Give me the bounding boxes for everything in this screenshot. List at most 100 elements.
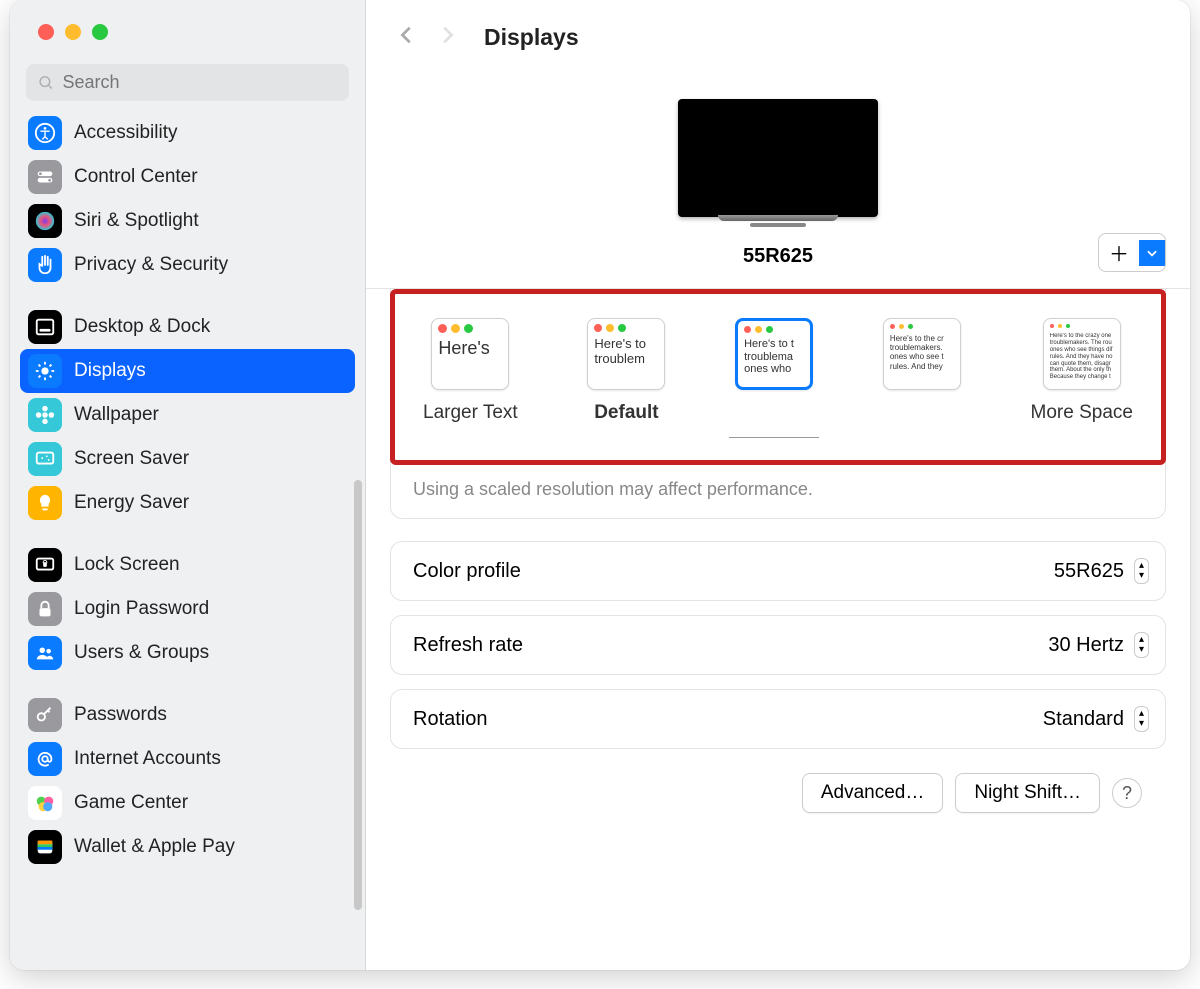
- sidebar-item-label: Internet Accounts: [74, 748, 221, 770]
- sidebar-item-label: Lock Screen: [74, 554, 180, 576]
- sidebar-item-passwords[interactable]: Passwords: [20, 693, 355, 737]
- refresh-rate-value: 30 Hertz: [1048, 634, 1124, 657]
- lock-icon: [28, 548, 62, 582]
- add-display-button[interactable]: ＋: [1098, 233, 1166, 272]
- resolution-thumbnail: Here's to troublem: [587, 318, 665, 390]
- sidebar-item-accessibility[interactable]: Accessibility: [20, 111, 355, 155]
- sidebar-item-label: Accessibility: [74, 122, 177, 144]
- resolution-option[interactable]: Here's to the crazy one troublemakers. T…: [1031, 318, 1133, 424]
- search-input[interactable]: [63, 72, 337, 93]
- resolution-option-label: [771, 402, 776, 424]
- nav-forward-button[interactable]: [436, 24, 458, 51]
- sidebar-item-label: Energy Saver: [74, 492, 189, 514]
- screensaver-icon: [28, 442, 62, 476]
- sidebar-item-desktop-dock[interactable]: Desktop & Dock: [20, 305, 355, 349]
- sidebar-item-label: Privacy & Security: [74, 254, 228, 276]
- wallet-icon: [28, 830, 62, 864]
- resolution-option[interactable]: Here's to troublem Default: [587, 318, 665, 424]
- sidebar-item-label: Control Center: [74, 166, 198, 188]
- at-icon: [28, 742, 62, 776]
- sidebar-item-privacy-security[interactable]: Privacy & Security: [20, 243, 355, 287]
- search-field[interactable]: [26, 64, 349, 101]
- sidebar-item-lock-screen[interactable]: Lock Screen: [20, 543, 355, 587]
- help-button[interactable]: ?: [1112, 778, 1142, 808]
- sidebar-item-login-password[interactable]: Login Password: [20, 587, 355, 631]
- stepper-icon[interactable]: ▴▾: [1134, 558, 1149, 584]
- chevron-down-icon: [1139, 240, 1165, 266]
- sidebar-item-label: Login Password: [74, 598, 209, 620]
- resolution-option[interactable]: Here's to t troublema ones who: [735, 318, 813, 424]
- sidebar-item-label: Game Center: [74, 792, 188, 814]
- sidebar-item-label: Wallet & Apple Pay: [74, 836, 235, 858]
- resolution-thumbnail: Here's to t troublema ones who: [735, 318, 813, 390]
- sidebar-item-users-groups[interactable]: Users & Groups: [20, 631, 355, 675]
- refresh-rate-label: Refresh rate: [413, 634, 523, 657]
- sidebar-item-label: Screen Saver: [74, 448, 189, 470]
- sidebar-item-label: Displays: [74, 360, 146, 382]
- rotation-row[interactable]: Rotation Standard ▴▾: [390, 689, 1166, 749]
- sidebar-item-energy-saver[interactable]: Energy Saver: [20, 481, 355, 525]
- resolution-thumbnail: Here's to the crazy one troublemakers. T…: [1043, 318, 1121, 390]
- color-profile-value: 55R625: [1054, 560, 1124, 583]
- sidebar-item-displays[interactable]: Displays: [20, 349, 355, 393]
- resolution-thumbnail: Here's: [431, 318, 509, 390]
- sidebar-item-screen-saver[interactable]: Screen Saver: [20, 437, 355, 481]
- footer: Advanced… Night Shift… ?: [390, 763, 1166, 813]
- resolution-option-label: [919, 402, 924, 424]
- sidebar-item-game-center[interactable]: Game Center: [20, 781, 355, 825]
- stepper-icon[interactable]: ▴▾: [1134, 632, 1149, 658]
- gamecenter-icon: [28, 786, 62, 820]
- resolution-option[interactable]: Here's Larger Text: [423, 318, 518, 424]
- window-traffic-lights: [10, 0, 365, 40]
- page-title: Displays: [484, 24, 579, 51]
- sidebar-item-control-center[interactable]: Control Center: [20, 155, 355, 199]
- sidebar-item-wallet-apple-pay[interactable]: Wallet & Apple Pay: [20, 825, 355, 869]
- resolution-options-highlight: Here's Larger Text Here's to troublem Defau…: [390, 289, 1166, 465]
- resolution-thumbnail: Here's to the cr troublemakers. ones who…: [883, 318, 961, 390]
- brightness-icon: [28, 354, 62, 388]
- sidebar-item-label: Siri & Spotlight: [74, 210, 199, 232]
- main-content: Displays 55R625 ＋ Here'sLarger TextHere'…: [366, 0, 1190, 970]
- window-close-button[interactable]: [38, 24, 54, 40]
- padlock-icon: [28, 592, 62, 626]
- plus-icon: ＋: [1099, 234, 1139, 271]
- night-shift-button[interactable]: Night Shift…: [955, 773, 1100, 813]
- window-minimize-button[interactable]: [65, 24, 81, 40]
- accessibility-icon: [28, 116, 62, 150]
- stepper-icon[interactable]: ▴▾: [1134, 706, 1149, 732]
- sidebar-item-label: Passwords: [74, 704, 167, 726]
- sidebar-list: Accessibility Control Center Siri & Spotli…: [10, 111, 365, 889]
- sidebar-scrollbar-thumb[interactable]: [354, 480, 362, 910]
- display-preview: 55R625 ＋: [390, 69, 1166, 288]
- rotation-label: Rotation: [413, 708, 488, 731]
- flower-icon: [28, 398, 62, 432]
- display-thumbnail[interactable]: [678, 99, 878, 217]
- sidebar-item-label: Desktop & Dock: [74, 316, 210, 338]
- users-icon: [28, 636, 62, 670]
- rotation-value: Standard: [1043, 708, 1124, 731]
- toggles-icon: [28, 160, 62, 194]
- resolution-option-label: Larger Text: [423, 402, 518, 424]
- sidebar-item-siri-spotlight[interactable]: Siri & Spotlight: [20, 199, 355, 243]
- resolution-option-label: Default: [594, 402, 658, 424]
- window-zoom-button[interactable]: [92, 24, 108, 40]
- key-icon: [28, 698, 62, 732]
- sidebar-item-internet-accounts[interactable]: Internet Accounts: [20, 737, 355, 781]
- resolution-note: Using a scaled resolution may affect per…: [391, 465, 1165, 518]
- dock-icon: [28, 310, 62, 344]
- advanced-button[interactable]: Advanced…: [802, 773, 944, 813]
- bulb-icon: [28, 486, 62, 520]
- color-profile-label: Color profile: [413, 560, 521, 583]
- search-icon: [38, 74, 55, 92]
- resolution-option-label: More Space: [1031, 402, 1133, 424]
- sidebar-item-wallpaper[interactable]: Wallpaper: [20, 393, 355, 437]
- resolution-option[interactable]: Here's to the cr troublemakers. ones who…: [883, 318, 961, 424]
- color-profile-row[interactable]: Color profile 55R625 ▴▾: [390, 541, 1166, 601]
- siri-icon: [28, 204, 62, 238]
- sidebar-item-label: Users & Groups: [74, 642, 209, 664]
- refresh-rate-row[interactable]: Refresh rate 30 Hertz ▴▾: [390, 615, 1166, 675]
- display-name: 55R625: [743, 245, 813, 268]
- resolution-panel: Here's Larger Text Here's to troublem Defau…: [390, 289, 1166, 519]
- nav-back-button[interactable]: [396, 24, 418, 51]
- system-settings-window: Accessibility Control Center Siri & Spotli…: [10, 0, 1190, 970]
